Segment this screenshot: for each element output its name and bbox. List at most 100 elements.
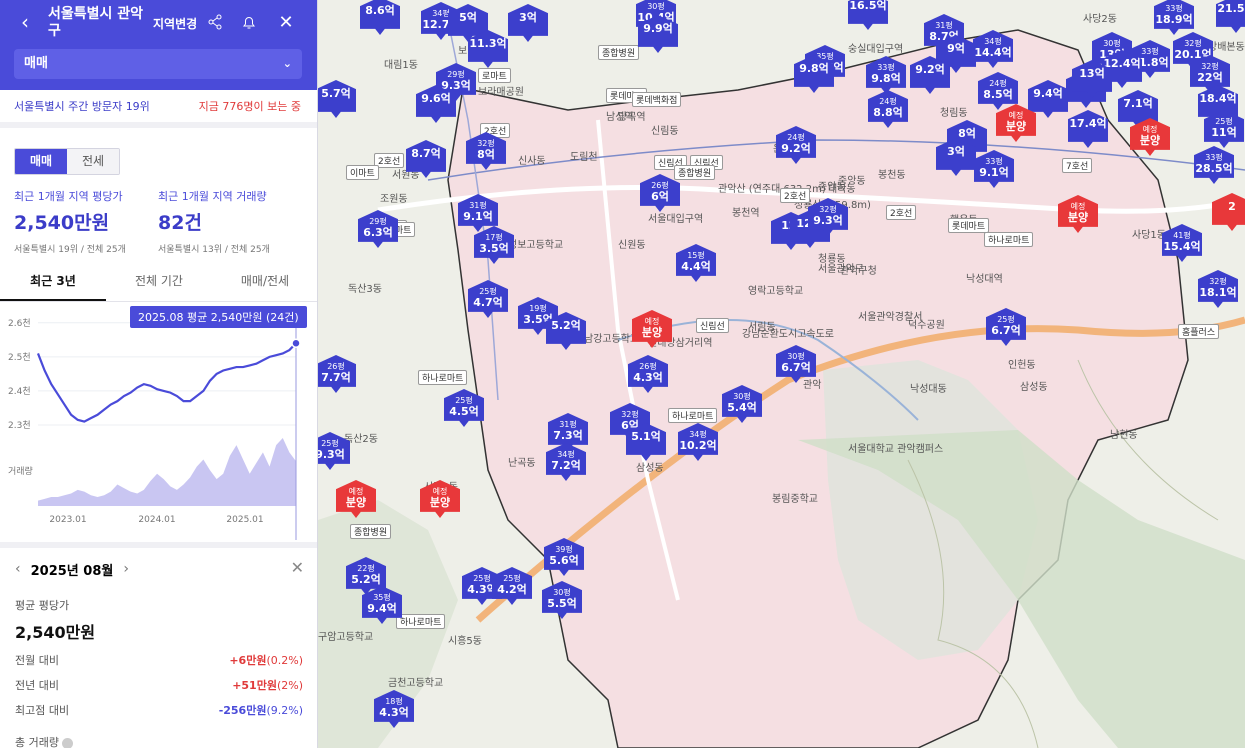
marker-price: 3억 bbox=[947, 145, 965, 158]
chart-ytick: 2.5천 bbox=[8, 352, 31, 363]
marker-area: 30평 bbox=[787, 352, 805, 361]
map-poi-label[interactable]: 7호선 bbox=[1062, 158, 1093, 173]
marker-area: 30평 bbox=[553, 588, 571, 597]
map-label: 중앙동 bbox=[818, 182, 846, 193]
price-chart[interactable]: 2.6천 2.5천 2.4천 2.3천거래량 2023.01 2024.01 2025.01 bbox=[0, 302, 318, 542]
marker-area: 33평 bbox=[877, 63, 895, 72]
region-title: 서울특별시 관악구 bbox=[48, 6, 144, 39]
map-poi-label[interactable]: 하나로마트 bbox=[668, 408, 718, 423]
marker-price: 9억 bbox=[947, 42, 965, 55]
marker-price: 8.5억 bbox=[983, 88, 1013, 101]
map-label: 서울대학교 관악캠퍼스 bbox=[848, 444, 944, 455]
deal-type-value: 매매 bbox=[24, 56, 48, 71]
detail-row-pct: (0.2%) bbox=[266, 654, 303, 667]
bell-icon[interactable] bbox=[238, 11, 260, 33]
marker-area: 25평 bbox=[997, 315, 1015, 324]
map-poi-label[interactable]: 신림선 bbox=[696, 318, 729, 333]
marker-price: 4.7억 bbox=[473, 296, 503, 309]
map-label: 삼성동 bbox=[636, 463, 664, 474]
map-label: 봉림중학교 bbox=[772, 494, 818, 505]
map-label: 신원동 bbox=[618, 240, 646, 251]
marker-price: 분양 bbox=[1139, 134, 1161, 147]
live-viewers: 지금 776명이 보는 중 bbox=[198, 100, 301, 113]
marker-area: 32평 bbox=[621, 410, 639, 419]
marker-price: 5.4억 bbox=[727, 401, 757, 414]
share-icon[interactable] bbox=[204, 11, 226, 33]
prev-month-icon[interactable]: ‹ bbox=[15, 561, 21, 577]
marker-price: 6억 bbox=[651, 190, 669, 203]
detail-row: 전년 대비 +51만원(2%) bbox=[15, 677, 303, 693]
marker-price: 7.1억 bbox=[1123, 97, 1153, 110]
marker-price: 18.4억 bbox=[1199, 92, 1237, 105]
marker-area: 33평 bbox=[1141, 47, 1159, 56]
volume-stat-sub: 서울특별시 13위 / 전체 25개 bbox=[158, 245, 270, 255]
marker-price: 8.6억 bbox=[365, 4, 395, 17]
marker-price: 5억 bbox=[459, 11, 477, 24]
marker-price: 3억 bbox=[519, 11, 537, 24]
marker-price: 21.5억 bbox=[1217, 2, 1245, 15]
map-label: 서울대입구역 bbox=[648, 214, 704, 225]
marker-price: 9.1억 bbox=[463, 210, 493, 223]
map-poi-label[interactable]: 이마트 bbox=[346, 165, 379, 180]
detail-row-label: 전월 대비 bbox=[15, 654, 59, 667]
marker-area: 30평 bbox=[733, 392, 751, 401]
avg-label: 평균 평당가 bbox=[15, 599, 70, 612]
back-icon[interactable]: ‹ bbox=[14, 10, 36, 34]
marker-area: 25평 bbox=[455, 396, 473, 405]
tab-all-period[interactable]: 전체 기간 bbox=[106, 266, 212, 301]
tab-sale-jeonse[interactable]: 매매/전세 bbox=[212, 266, 317, 301]
map-poi-label[interactable]: 종합병원 bbox=[674, 165, 716, 180]
map-label: 보라매공원 bbox=[478, 87, 524, 98]
marker-price: 5.7억 bbox=[321, 87, 351, 100]
chart-volume-area bbox=[38, 438, 296, 506]
tab-recent-3y[interactable]: 최근 3년 bbox=[0, 266, 106, 301]
period-tabs: 최근 3년 전체 기간 매매/전세 bbox=[0, 266, 317, 302]
total-volume-label: 총 거래량 bbox=[15, 734, 303, 748]
close-icon[interactable]: ✕ bbox=[275, 11, 297, 33]
info-icon[interactable] bbox=[62, 737, 74, 748]
map-poi-label[interactable]: 하나로마트 bbox=[418, 370, 468, 385]
chevron-down-icon: ⌄ bbox=[282, 57, 292, 70]
map-poi-label[interactable]: 2호선 bbox=[780, 188, 811, 203]
chart-point bbox=[291, 338, 301, 348]
marker-area: 39평 bbox=[555, 545, 573, 554]
map-poi-label[interactable]: 로마트 bbox=[478, 68, 511, 83]
marker-price: 9.2억 bbox=[915, 63, 945, 76]
tab-sale[interactable]: 매매 bbox=[15, 149, 67, 174]
map-poi-label[interactable]: 홈플러스 bbox=[1178, 324, 1220, 339]
chart-volume-label: 거래량 bbox=[8, 465, 33, 477]
marker-area: 34평 bbox=[984, 37, 1002, 46]
marker-price: 4.3억 bbox=[379, 706, 409, 719]
marker-price: 10.2억 bbox=[679, 439, 717, 452]
marker-price: 28.5억 bbox=[1195, 162, 1233, 175]
marker-price: 9.3억 bbox=[813, 214, 843, 227]
marker-area: 25평 bbox=[503, 574, 521, 583]
marker-area: 33평 bbox=[1165, 4, 1183, 13]
map-poi-label[interactable]: 롯데마트 bbox=[948, 218, 990, 233]
map-poi-label[interactable]: 종합병원 bbox=[350, 524, 392, 539]
next-month-icon[interactable]: › bbox=[123, 561, 129, 577]
volume-stat-label: 최근 1개월 지역 거래량 bbox=[158, 190, 267, 203]
marker-area: 33평 bbox=[1205, 153, 1223, 162]
map-label: 덕수공원 bbox=[908, 320, 945, 331]
marker-price: 13억 bbox=[1079, 67, 1105, 80]
marker-area: 32평 bbox=[1184, 39, 1202, 48]
map-label: 삼성동 bbox=[1020, 382, 1048, 393]
detail-close-icon[interactable]: ✕ bbox=[291, 558, 304, 577]
map-poi-label[interactable]: 종합병원 bbox=[598, 45, 640, 60]
marker-price: 9.8억 bbox=[799, 62, 829, 75]
map-canvas[interactable]: 사당2동방배본동신사동도림천은천동중앙동행운동청림동신림동서원동조원동신원동청룡… bbox=[318, 0, 1245, 748]
map-poi-label[interactable]: 하나로마트 bbox=[984, 232, 1034, 247]
tab-jeonse[interactable]: 전세 bbox=[67, 149, 119, 174]
marker-price: 5.2억 bbox=[551, 319, 581, 332]
map-poi-label[interactable]: 2호선 bbox=[886, 205, 917, 220]
detail-row: 최고점 대비 -256만원(9.2%) bbox=[15, 702, 303, 718]
marker-price: 분양 bbox=[429, 496, 451, 509]
deal-type-select[interactable]: 매매 ⌄ bbox=[14, 49, 302, 79]
marker-price: 17.4억 bbox=[1069, 117, 1107, 130]
region-change-button[interactable]: 지역변경 bbox=[153, 15, 197, 32]
map-poi-label[interactable]: 롯데백화점 bbox=[632, 92, 682, 107]
map-poi-label[interactable]: 하나로마트 bbox=[396, 614, 446, 629]
marker-price: 5.2억 bbox=[351, 573, 381, 586]
map-label: 봉천역 bbox=[732, 208, 760, 219]
